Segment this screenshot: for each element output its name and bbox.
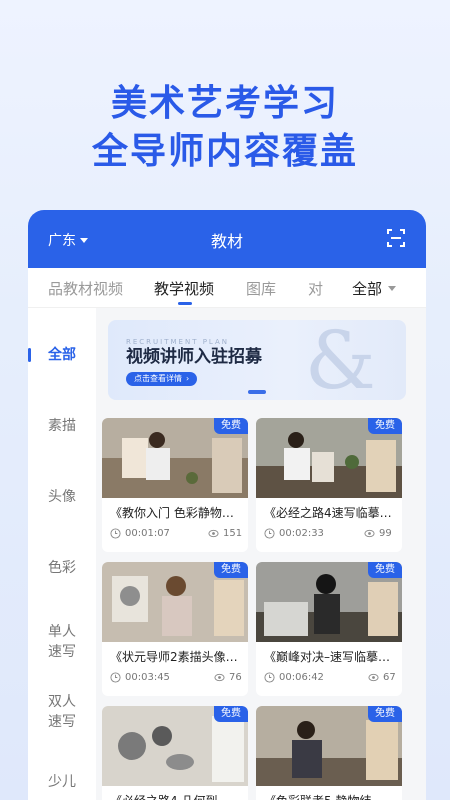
video-card[interactable]: 免费 《巅峰对决–速写临摹… 00:06:42 67 — [256, 562, 402, 696]
sidebar-item-all[interactable]: 全部 — [28, 345, 96, 365]
clock-icon — [110, 528, 121, 539]
hero-title-line2: 全导师内容覆盖 — [91, 131, 358, 172]
sidebar-item-sketch[interactable]: 素描 — [28, 416, 96, 436]
tab-compare[interactable]: 对 — [308, 278, 323, 299]
tab-gallery[interactable]: 图库 — [246, 278, 276, 299]
duration: 00:02:33 — [264, 528, 324, 539]
hero-header: 美术艺考学习 全导师内容覆盖 — [0, 0, 450, 210]
banner-detail-button[interactable]: 点击查看详情 › — [126, 372, 198, 386]
video-title: 《巅峰对决–速写临摹… — [264, 650, 391, 664]
video-thumbnail: 免费 — [256, 706, 402, 786]
free-badge: 免费 — [368, 706, 402, 722]
views-value: 151 — [223, 528, 243, 539]
recruit-banner[interactable]: & RECRUITMENT PLAN 视频讲师入驻招募 点击查看详情 › — [108, 320, 406, 400]
views-value: 76 — [229, 672, 242, 683]
duration-value: 00:02:33 — [279, 528, 324, 539]
tab-teaching-video[interactable]: 教学视频 — [154, 278, 214, 299]
view-count: 76 — [214, 672, 242, 683]
video-card[interactable]: 免费 《色彩联考5 静物结… — [256, 706, 402, 800]
views-value: 99 — [379, 528, 392, 539]
top-bar: 广东 教材 — [28, 210, 426, 268]
category-tabs: 品教材视频 教学视频 图库 对 全部 — [28, 268, 426, 308]
filter-label: 全部 — [352, 280, 383, 298]
duration: 00:01:07 — [110, 528, 170, 539]
active-tab-indicator — [178, 302, 192, 305]
video-thumbnail: 免费 — [256, 418, 402, 498]
video-title: 《状元导师2素描头像… — [110, 650, 238, 664]
video-card[interactable]: 免费 《状元导师2素描头像… 00:03:45 76 — [102, 562, 248, 696]
video-content: & RECRUITMENT PLAN 视频讲师入驻招募 点击查看详情 › 免费 … — [96, 308, 426, 800]
video-title: 《必经之路4速写临摹… — [264, 506, 392, 520]
video-thumbnail: 免费 — [102, 706, 248, 786]
sidebar-item-kids[interactable]: 少儿 — [28, 772, 96, 792]
free-badge: 免费 — [214, 418, 248, 434]
video-thumbnail: 免费 — [102, 418, 248, 498]
clock-icon — [264, 672, 275, 683]
sidebar-item-single-sketch[interactable]: 单人 速写 — [28, 622, 96, 662]
clock-icon — [264, 528, 275, 539]
clock-icon — [110, 672, 121, 683]
free-badge: 免费 — [368, 418, 402, 434]
eye-icon — [368, 673, 379, 682]
video-title: 《教你入门 色彩静物… — [110, 506, 234, 520]
video-card[interactable]: 免费 《必经之路4 几何到… — [102, 706, 248, 800]
sidebar-item-double-sketch[interactable]: 双人 速写 — [28, 692, 96, 732]
app-screen: 广东 教材 品教材视频 教学视频 图库 对 全部 全部 素描 头像 色彩 单人 … — [28, 210, 426, 800]
sidebar: 全部 素描 头像 色彩 单人 速写 双人 速写 少儿 — [28, 308, 96, 800]
video-thumbnail: 免费 — [102, 562, 248, 642]
eye-icon — [364, 529, 375, 538]
free-badge: 免费 — [214, 562, 248, 578]
eye-icon — [208, 529, 219, 538]
duration-value: 00:01:07 — [125, 528, 170, 539]
page-title: 教材 — [210, 232, 243, 251]
view-count: 67 — [368, 672, 396, 683]
hero-title-line1: 美术艺考学习 — [110, 83, 339, 124]
sidebar-item-portrait[interactable]: 头像 — [28, 487, 96, 507]
video-card[interactable]: 免费 《教你入门 色彩静物… 00:01:07 151 — [102, 418, 248, 552]
banner-button-label: 点击查看详情 — [134, 374, 182, 383]
duration: 00:03:45 — [110, 672, 170, 683]
view-count: 151 — [208, 528, 242, 539]
banner-decor: & — [304, 320, 376, 400]
duration: 00:06:42 — [264, 672, 324, 683]
sidebar-item-color[interactable]: 色彩 — [28, 558, 96, 578]
tab-textbook-video[interactable]: 品教材视频 — [48, 278, 123, 299]
duration-value: 00:03:45 — [125, 672, 170, 683]
video-thumbnail: 免费 — [256, 562, 402, 642]
scan-icon[interactable] — [386, 228, 406, 248]
free-badge: 免费 — [214, 706, 248, 722]
video-title: 《色彩联考5 静物结… — [264, 792, 396, 800]
video-card[interactable]: 免费 《必经之路4速写临摹… 00:02:33 99 — [256, 418, 402, 552]
filter-dropdown[interactable]: 全部 — [352, 278, 397, 299]
view-count: 99 — [364, 528, 392, 539]
video-title: 《必经之路4 几何到… — [110, 792, 242, 800]
views-value: 67 — [383, 672, 396, 683]
banner-title: 视频讲师入驻招募 — [126, 347, 262, 367]
chevron-right-icon: › — [186, 374, 190, 383]
duration-value: 00:06:42 — [279, 672, 324, 683]
eye-icon — [214, 673, 225, 682]
carousel-indicator — [248, 390, 266, 394]
free-badge: 免费 — [368, 562, 402, 578]
chevron-down-icon — [388, 286, 397, 291]
